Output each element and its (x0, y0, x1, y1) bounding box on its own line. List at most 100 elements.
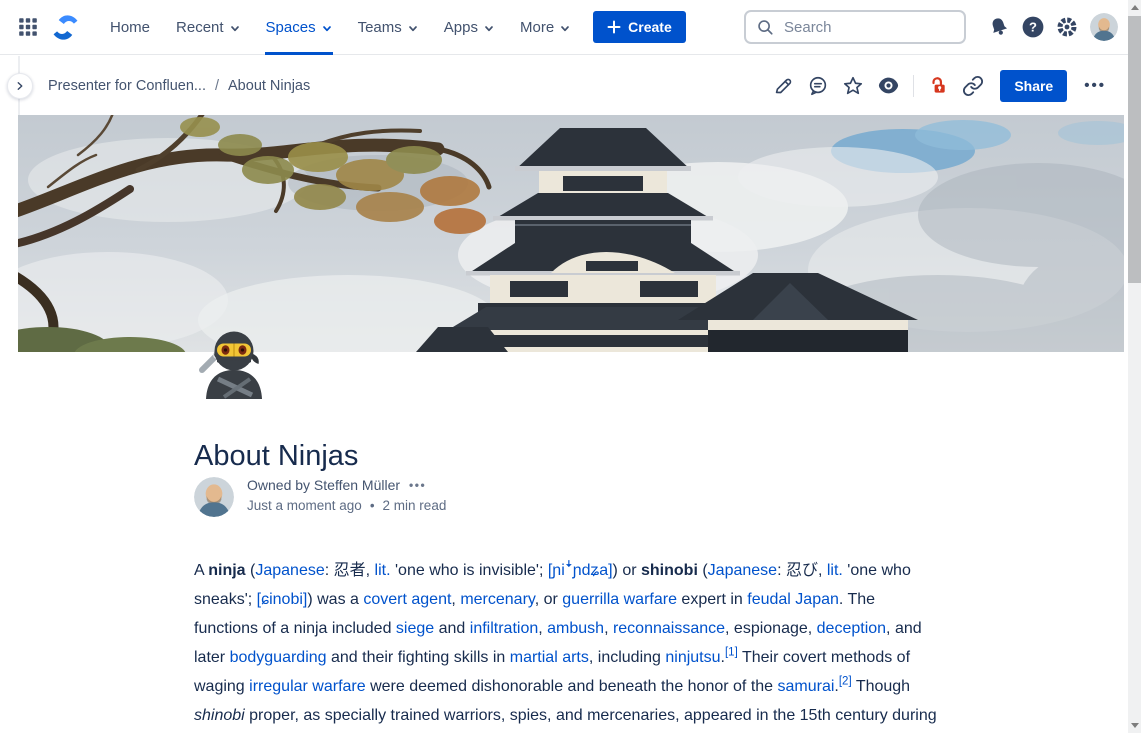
last-edited-timestamp: Just a moment ago (247, 498, 362, 513)
triangle-up-icon (1131, 5, 1139, 10)
nav-item-more[interactable]: More (507, 0, 583, 55)
chevron-down-icon (322, 24, 332, 33)
article-link[interactable]: ninjutsu (665, 649, 720, 666)
article-link[interactable]: lit. (827, 562, 843, 579)
article-text: ) was a (307, 591, 363, 608)
article-text: 'one who is invisible'; (391, 562, 548, 579)
article-link[interactable]: feudal Japan (747, 591, 839, 608)
user-avatar[interactable] (1090, 13, 1118, 41)
article-text: : 忍者, (325, 562, 375, 579)
article-link[interactable]: guerrilla warfare (562, 591, 677, 608)
nav-item-spaces[interactable]: Spaces (253, 0, 345, 55)
settings-gear-icon[interactable] (1050, 10, 1084, 44)
article-text: , (451, 591, 460, 608)
article-link[interactable]: mercenary (460, 591, 534, 608)
article-link[interactable]: reconnaissance (613, 620, 725, 637)
triangle-down-icon (1131, 723, 1139, 728)
breadcrumb: Presenter for Confluen... / About Ninjas (48, 56, 310, 115)
article-text: and their fighting skills in (327, 649, 510, 666)
article-text: , (538, 620, 547, 637)
copy-link-icon[interactable] (962, 75, 984, 97)
article-text: shinobi (641, 562, 698, 579)
nav-label: Apps (444, 19, 478, 36)
nav-item-apps[interactable]: Apps (431, 0, 507, 55)
article-link[interactable]: bodyguarding (230, 649, 327, 666)
chevron-down-icon (230, 24, 240, 33)
chevron-right-icon (13, 79, 27, 93)
search-icon (756, 18, 774, 36)
article-link[interactable]: [ɲiꜜɲdʑa] (548, 562, 613, 579)
ninja-emoji[interactable] (194, 323, 268, 399)
star-favorite-icon[interactable] (842, 75, 864, 97)
nav-item-home[interactable]: Home (97, 0, 163, 55)
confluence-window: Home Recent Spaces Teams Apps More Creat… (0, 0, 1141, 733)
nav-label: Spaces (266, 19, 316, 36)
owned-by-label: Owned by Steffen Müller (247, 477, 400, 493)
nav-label: More (520, 19, 554, 36)
nav-item-teams[interactable]: Teams (345, 0, 431, 55)
nav-label: Recent (176, 19, 224, 36)
article-link[interactable]: deception (817, 620, 886, 637)
page-toolbar: Share ••• (772, 56, 1110, 115)
article-paragraph: A ninja (Japanese: 忍者, lit. 'one who is … (194, 556, 942, 733)
citation-link[interactable]: [1] (725, 647, 738, 659)
chevron-down-icon (560, 24, 570, 33)
top-navigation: Home Recent Spaces Teams Apps More Creat… (0, 0, 1128, 55)
byline-more-actions[interactable]: ••• (409, 478, 426, 492)
article-link[interactable]: irregular warfare (249, 678, 365, 695)
breadcrumb-current-page: About Ninjas (228, 78, 310, 94)
create-button[interactable]: Create (593, 11, 686, 43)
breadcrumb-separator: / (215, 78, 219, 94)
confluence-logo-icon[interactable] (52, 14, 79, 41)
article-text: , or (535, 591, 563, 608)
article-link[interactable]: Japanese (255, 562, 324, 579)
article-link[interactable]: martial arts (510, 649, 589, 666)
vertical-scrollbar[interactable] (1128, 0, 1141, 733)
watch-eye-icon[interactable] (877, 74, 900, 97)
article-text: and (434, 620, 470, 637)
citation-link[interactable]: [2] (839, 676, 852, 688)
scroll-up-arrow[interactable] (1128, 0, 1141, 15)
article-text: , including (589, 649, 666, 666)
article-link[interactable]: Japanese (708, 562, 777, 579)
article-text: : 忍び, (777, 562, 827, 579)
read-time: 2 min read (383, 498, 447, 513)
restrictions-unlocked-icon[interactable] (927, 75, 949, 97)
article-link[interactable]: siege (396, 620, 434, 637)
share-button[interactable]: Share (1000, 70, 1067, 102)
scrollbar-thumb[interactable] (1128, 16, 1141, 283)
article-link[interactable]: infiltration (470, 620, 538, 637)
breadcrumb-space-link[interactable]: Presenter for Confluen... (48, 78, 206, 94)
article-text: ninja (208, 562, 245, 579)
expand-sidebar-button[interactable] (7, 73, 33, 99)
page-header-row: Presenter for Confluen... / About Ninjas (0, 56, 1128, 115)
article-link[interactable]: lit. (375, 562, 391, 579)
author-avatar[interactable] (194, 477, 234, 517)
nav-label: Home (110, 19, 150, 36)
search-input[interactable] (782, 18, 926, 37)
comment-icon[interactable] (807, 75, 829, 97)
help-icon[interactable]: ? (1016, 10, 1050, 44)
article-link[interactable]: samurai (778, 678, 835, 695)
notifications-bell-icon[interactable] (982, 10, 1016, 44)
cover-image[interactable] (18, 115, 1124, 352)
citation-ref: [1] (725, 647, 738, 659)
page-title: About Ninjas (194, 440, 358, 473)
article-link[interactable]: [ɕinobi] (257, 591, 308, 608)
article-text: proper, as specially trained warriors, s… (194, 707, 937, 733)
page-more-actions-button[interactable]: ••• (1080, 77, 1110, 94)
scroll-down-arrow[interactable] (1128, 718, 1141, 733)
article-text: shinobi (194, 707, 245, 724)
nav-item-recent[interactable]: Recent (163, 0, 253, 55)
article-link[interactable]: ambush (547, 620, 604, 637)
edit-pencil-icon[interactable] (772, 75, 794, 97)
article-link[interactable]: covert agent (363, 591, 451, 608)
create-label: Create (628, 19, 672, 35)
search-box[interactable] (744, 10, 966, 44)
app-switcher-icon[interactable] (18, 17, 38, 37)
byline: Owned by Steffen Müller ••• Just a momen… (194, 477, 446, 517)
chevron-down-icon (408, 24, 418, 33)
article-text: Though (852, 678, 910, 695)
nav-label: Teams (358, 19, 402, 36)
svg-text:?: ? (1029, 20, 1037, 35)
